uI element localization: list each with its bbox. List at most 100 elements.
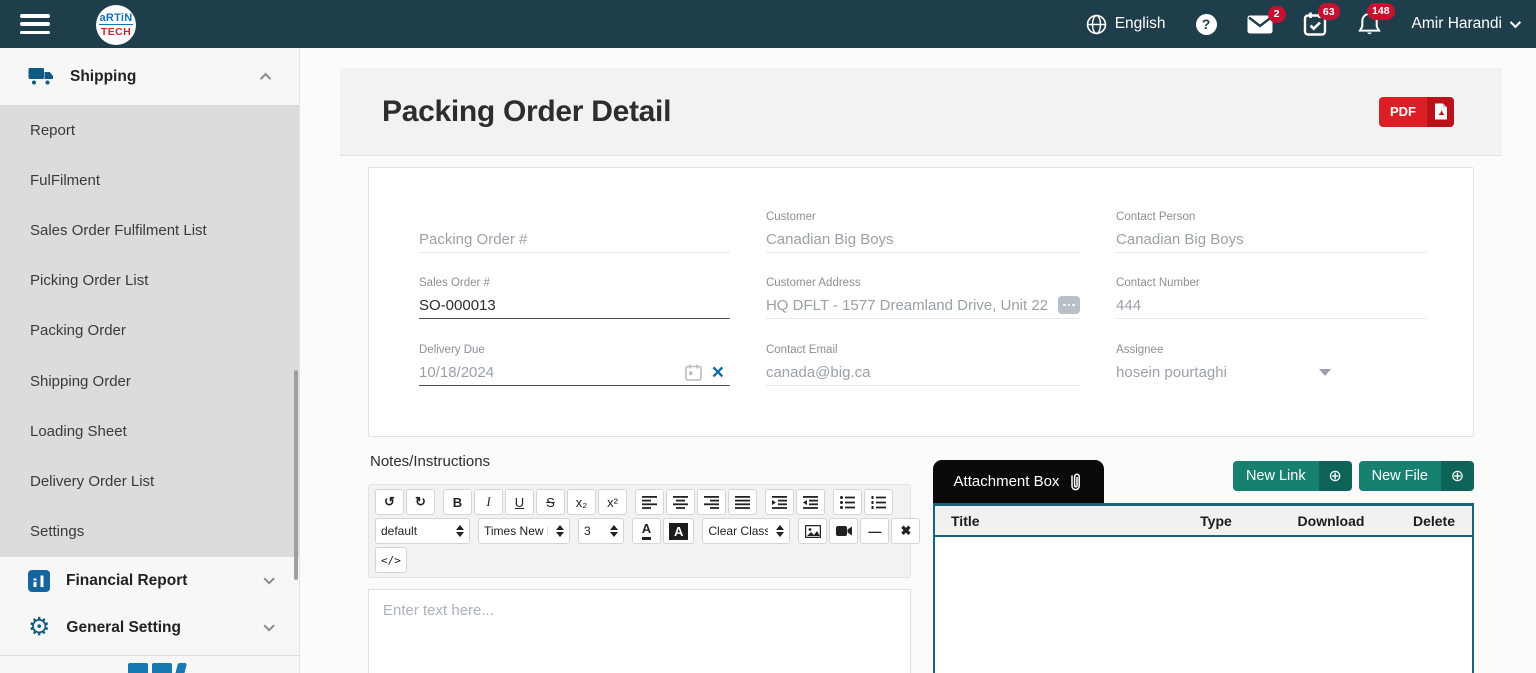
sales-order-input[interactable] — [419, 296, 730, 314]
sidebar-item-shipping-order[interactable]: Shipping Order — [0, 356, 299, 406]
user-menu[interactable]: Amir Harandi — [1411, 15, 1522, 33]
strikethrough-button[interactable]: S — [536, 489, 565, 515]
attachments-table-body — [935, 537, 1472, 673]
highlight-color-button[interactable]: A — [663, 518, 695, 544]
new-link-label: New Link — [1232, 461, 1319, 491]
field-delivery-due: Delivery Due 10/18/2024 × — [419, 319, 730, 386]
field-packing-order — [419, 196, 730, 253]
brand-logo[interactable]: aRTiN TECH — [96, 5, 136, 45]
attachment-box-tab[interactable]: Attachment Box — [933, 460, 1104, 503]
sidebar-item-packing-order[interactable]: Packing Order — [0, 306, 299, 356]
select-arrows-icon — [776, 525, 785, 537]
contact-email-value: canada@big.ca — [765, 363, 871, 381]
notes-input[interactable] — [368, 589, 911, 673]
menu-toggle-icon[interactable] — [20, 14, 50, 34]
ordered-list-icon[interactable] — [864, 489, 893, 515]
sales-order-label: Sales Order # — [419, 277, 490, 289]
address-more-button[interactable] — [1058, 296, 1081, 314]
indent-icon[interactable] — [765, 489, 794, 515]
chevron-down-icon — [1509, 16, 1522, 29]
language-selector[interactable]: English — [1086, 14, 1166, 35]
delivery-due-label: Delivery Due — [419, 344, 485, 356]
select-arrows-icon — [556, 525, 564, 537]
new-file-button[interactable]: New File ⊕ — [1358, 461, 1474, 491]
new-link-button[interactable]: New Link ⊕ — [1232, 461, 1352, 491]
sidebar-section-shipping[interactable]: Shipping — [0, 48, 299, 105]
undo-icon[interactable]: ↺ — [375, 489, 404, 515]
font-size-select[interactable]: 3 — [578, 518, 624, 544]
pdf-export-button[interactable]: PDF — [1379, 96, 1454, 127]
partial-footer-logo — [128, 663, 208, 673]
field-contact-person: Contact Person Canadian Big Boys — [1116, 196, 1427, 253]
text-color-glyph: A — [641, 522, 652, 540]
column-delete: Delete — [1412, 512, 1456, 529]
notes-editor-toolbar: ↺ ↻ B I U S x₂ x² default Times New 3 A … — [368, 484, 921, 578]
align-center-icon[interactable] — [666, 489, 695, 515]
pdf-file-icon — [1427, 96, 1454, 127]
sidebar-item-fulfilment[interactable]: FulFilment — [0, 155, 299, 205]
assignee-select[interactable]: hosein pourtaghi — [1116, 359, 1332, 386]
sidebar-item-delivery-order-list[interactable]: Delivery Order List — [0, 457, 299, 507]
page-header: Packing Order Detail PDF — [340, 68, 1502, 156]
unordered-list-icon[interactable] — [833, 489, 862, 515]
sidebar-section-general-setting[interactable]: ⚙ General Setting — [0, 604, 299, 651]
sidebar-scrollbar[interactable] — [294, 370, 298, 580]
contact-person-label: Contact Person — [1116, 211, 1196, 223]
column-type: Type — [1200, 512, 1232, 529]
text-color-button[interactable]: A — [632, 518, 661, 544]
date-picker-icon[interactable] — [684, 364, 702, 381]
italic-button[interactable]: I — [474, 489, 503, 515]
sidebar-item-picking-order-list[interactable]: Picking Order List — [0, 256, 299, 306]
sidebar-section-label: General Setting — [66, 618, 181, 636]
customer-value: Canadian Big Boys — [765, 230, 894, 248]
horizontal-rule-button[interactable]: — — [860, 518, 890, 544]
chevron-down-icon — [263, 572, 275, 585]
align-justify-icon[interactable] — [728, 489, 757, 515]
brand-line1: aRTiN — [99, 12, 133, 25]
language-label: English — [1114, 15, 1166, 32]
brand-line2: TECH — [100, 25, 132, 38]
paragraph-style-select[interactable]: default — [375, 518, 470, 544]
sidebar-item-report[interactable]: Report — [0, 105, 299, 155]
remove-format-button[interactable]: ✖ — [891, 518, 921, 544]
attachments-table: Title Type Download Delete — [933, 503, 1474, 673]
user-name: Amir Harandi — [1411, 15, 1502, 32]
superscript-button[interactable]: x² — [598, 489, 627, 515]
sidebar-section-label: Shipping — [70, 67, 137, 85]
tasks-button[interactable]: 63 — [1303, 3, 1340, 36]
insert-image-icon[interactable] — [798, 518, 828, 544]
clear-class-select[interactable]: Clear Class — [702, 518, 791, 544]
contact-email-label: Contact Email — [765, 344, 838, 356]
align-left-icon[interactable] — [635, 489, 664, 515]
outdent-icon[interactable] — [796, 489, 825, 515]
chevron-down-icon — [263, 619, 275, 632]
font-family-select[interactable]: Times New Ro — [478, 518, 570, 544]
sidebar-item-settings[interactable]: Settings — [0, 507, 299, 557]
sidebar-item-sales-order-fulfilment-list[interactable]: Sales Order Fulfilment List — [0, 205, 299, 255]
clear-class-value: Clear Class — [708, 524, 769, 538]
tasks-badge: 63 — [1317, 3, 1340, 20]
sidebar: Shipping Report FulFilment Sales Order F… — [0, 48, 300, 673]
delivery-due-value[interactable]: 10/18/2024 — [419, 364, 675, 381]
align-right-icon[interactable] — [697, 489, 726, 515]
packing-order-input[interactable] — [419, 230, 730, 248]
help-icon: ? — [1195, 13, 1217, 35]
clear-date-icon[interactable]: × — [712, 362, 724, 383]
globe-icon — [1086, 14, 1106, 34]
help-button[interactable]: ? — [1195, 13, 1217, 35]
sidebar-section-financial-report[interactable]: Financial Report — [0, 557, 299, 604]
plus-circle-icon: ⊕ — [1318, 461, 1352, 491]
notifications-button[interactable]: 148 — [1357, 2, 1395, 37]
redo-icon[interactable]: ↻ — [406, 489, 435, 515]
insert-video-icon[interactable] — [829, 518, 859, 544]
subscript-button[interactable]: x₂ — [567, 489, 596, 515]
underline-button[interactable]: U — [505, 489, 534, 515]
code-view-button[interactable]: </> — [375, 547, 407, 573]
customer-address-value: HQ DFLT - 1577 Dreamland Drive, Unit 22 — [765, 296, 1049, 314]
notes-section-label: Notes/Instructions — [370, 453, 491, 470]
dropdown-caret-icon — [1319, 369, 1332, 376]
assignee-value: hosein pourtaghi — [1116, 364, 1227, 381]
messages-button[interactable]: 2 — [1247, 5, 1286, 34]
bold-button[interactable]: B — [443, 489, 472, 515]
sidebar-item-loading-sheet[interactable]: Loading Sheet — [0, 406, 299, 456]
